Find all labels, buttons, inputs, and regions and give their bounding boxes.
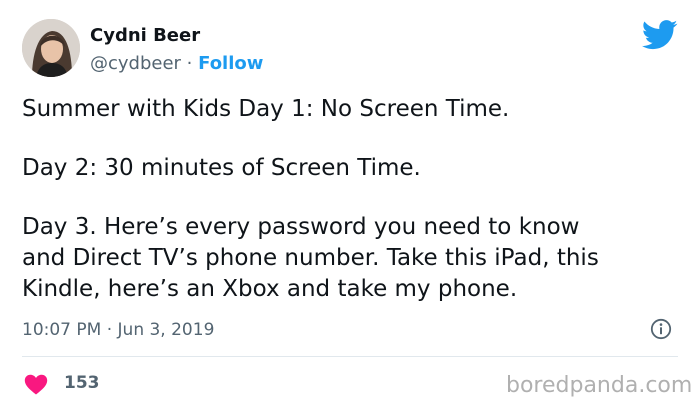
avatar[interactable]	[22, 19, 80, 77]
separator-dot: ·	[180, 53, 199, 74]
follow-button[interactable]: Follow	[198, 53, 263, 74]
tweet-card: Cydni Beer @cydbeer · Follow Summer with…	[0, 0, 700, 410]
tweet-line: Day 3. Here’s every password you need to…	[22, 214, 580, 240]
user-handle[interactable]: @cydbeer	[90, 53, 181, 74]
tweet-meta: 10:07 PM · Jun 3, 2019	[22, 318, 678, 344]
display-name[interactable]: Cydni Beer	[90, 24, 263, 48]
tweet-line: and Direct TV’s phone number. Take this …	[22, 245, 599, 271]
heart-icon	[24, 374, 48, 395]
info-icon[interactable]	[650, 318, 672, 340]
timestamp[interactable]: 10:07 PM · Jun 3, 2019	[22, 319, 214, 341]
twitter-bird-icon[interactable]	[641, 20, 678, 50]
like-count: 153	[64, 373, 100, 393]
watermark: boredpanda.com	[506, 373, 693, 398]
user-info: Cydni Beer @cydbeer · Follow	[90, 24, 263, 76]
tweet-line: Kindle, here’s an Xbox and take my phone…	[22, 276, 518, 302]
tweet-line: Day 2: 30 minutes of Screen Time.	[22, 155, 421, 181]
tweet-text: Summer with Kids Day 1: No Screen Time. …	[22, 94, 682, 305]
divider	[22, 356, 678, 357]
tweet-header: Cydni Beer @cydbeer · Follow	[22, 16, 662, 82]
like-button[interactable]: 153	[24, 372, 114, 396]
tweet-line: Summer with Kids Day 1: No Screen Time.	[22, 96, 510, 122]
handle-line: @cydbeer · Follow	[90, 52, 263, 76]
